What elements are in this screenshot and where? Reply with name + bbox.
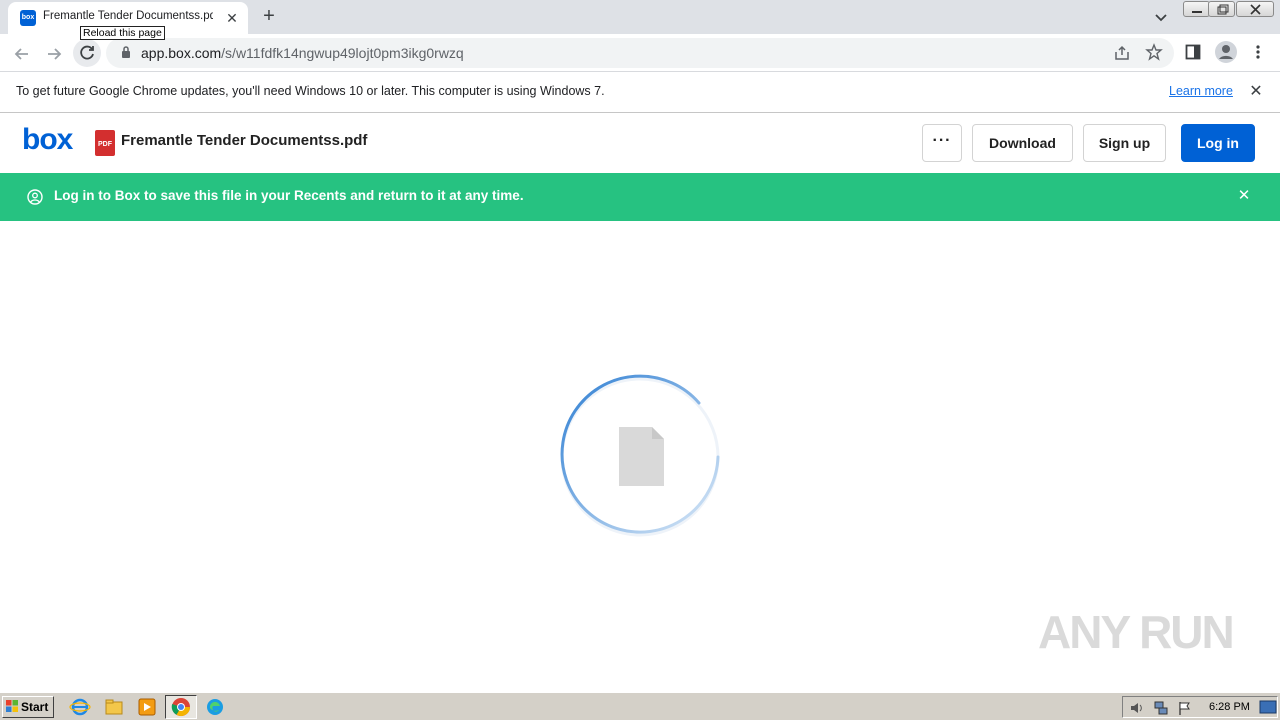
forward-icon[interactable] (41, 41, 67, 67)
tab-title: Fremantle Tender Documentss.pdf | Powere… (43, 10, 213, 22)
start-label: Start (21, 700, 49, 714)
side-panel-icon[interactable] (1185, 44, 1201, 60)
update-infobar: To get future Google Chrome updates, you… (0, 72, 1280, 113)
url-text[interactable]: app.box.com/s/w11fdfk14ngwup49lojt0pm3ik… (141, 45, 464, 61)
log-in-button[interactable]: Log in (1181, 124, 1255, 162)
loading-spinner (560, 374, 720, 537)
sign-up-button[interactable]: Sign up (1083, 124, 1166, 162)
restore-button[interactable] (1208, 1, 1235, 17)
profile-avatar-icon[interactable] (1214, 40, 1238, 64)
login-banner: Log in to Box to save this file in your … (0, 173, 1280, 221)
lock-icon[interactable] (120, 45, 132, 59)
action-center-flag-icon[interactable] (1177, 700, 1193, 716)
share-icon[interactable] (1113, 44, 1131, 62)
anyrun-watermark: ANY RUN (1038, 606, 1235, 658)
file-explorer-icon[interactable] (103, 697, 125, 717)
restore-icon (1217, 4, 1229, 15)
minimize-button[interactable] (1183, 1, 1210, 17)
box-header: box PDF Fremantle Tender Documentss.pdf … (0, 113, 1280, 173)
box-logo[interactable]: box (22, 123, 73, 157)
minimize-icon (1192, 11, 1202, 13)
reload-icon[interactable] (72, 38, 102, 68)
tab-close-icon[interactable]: ✕ (223, 9, 241, 27)
document-placeholder-icon (619, 427, 664, 486)
bookmark-star-icon[interactable] (1145, 43, 1163, 61)
edge-icon[interactable] (204, 697, 226, 717)
box-favicon-icon: box (20, 10, 36, 26)
window-close-button[interactable] (1236, 1, 1274, 17)
infobar-close-icon[interactable]: ✕ (1247, 83, 1265, 101)
windows-flag-icon (6, 700, 18, 712)
new-tab-button[interactable]: + (258, 6, 280, 28)
tab-strip: box Fremantle Tender Documentss.pdf | Po… (0, 0, 1280, 34)
learn-more-link[interactable]: Learn more (1169, 84, 1233, 98)
network-icon[interactable] (1153, 700, 1169, 716)
more-options-button[interactable]: ··· (922, 124, 962, 162)
user-circle-icon (27, 189, 43, 205)
reload-tooltip: Reload this page (80, 26, 165, 40)
chrome-menu-icon[interactable] (1254, 44, 1262, 60)
back-icon[interactable] (9, 41, 35, 67)
url-path: /s/w11fdfk14ngwup49lojt0pm3ikg0rwzq (221, 45, 464, 61)
system-tray (1122, 696, 1278, 718)
url-host: app.box.com (141, 45, 222, 61)
chrome-icon (171, 698, 190, 717)
tab-search-icon[interactable] (1150, 6, 1172, 28)
volume-icon[interactable] (1129, 700, 1145, 716)
file-name: Fremantle Tender Documentss.pdf (121, 132, 368, 149)
pdf-file-icon: PDF (95, 130, 115, 156)
banner-close-icon[interactable]: ✕ (1235, 187, 1253, 205)
window-close-icon (1250, 4, 1261, 15)
media-player-icon[interactable] (136, 697, 158, 717)
download-button[interactable]: Download (972, 124, 1073, 162)
taskbar-clock[interactable]: 6:28 PM (1209, 701, 1250, 713)
show-desktop-icon[interactable] (1259, 700, 1277, 714)
chrome-taskbar-button[interactable] (165, 695, 197, 719)
banner-message: Log in to Box to save this file in your … (54, 188, 524, 203)
internet-explorer-icon[interactable] (69, 697, 91, 717)
windows-taskbar: Start 6:28 PM (0, 692, 1280, 720)
start-button[interactable]: Start (2, 696, 54, 718)
infobar-message: To get future Google Chrome updates, you… (16, 84, 605, 98)
